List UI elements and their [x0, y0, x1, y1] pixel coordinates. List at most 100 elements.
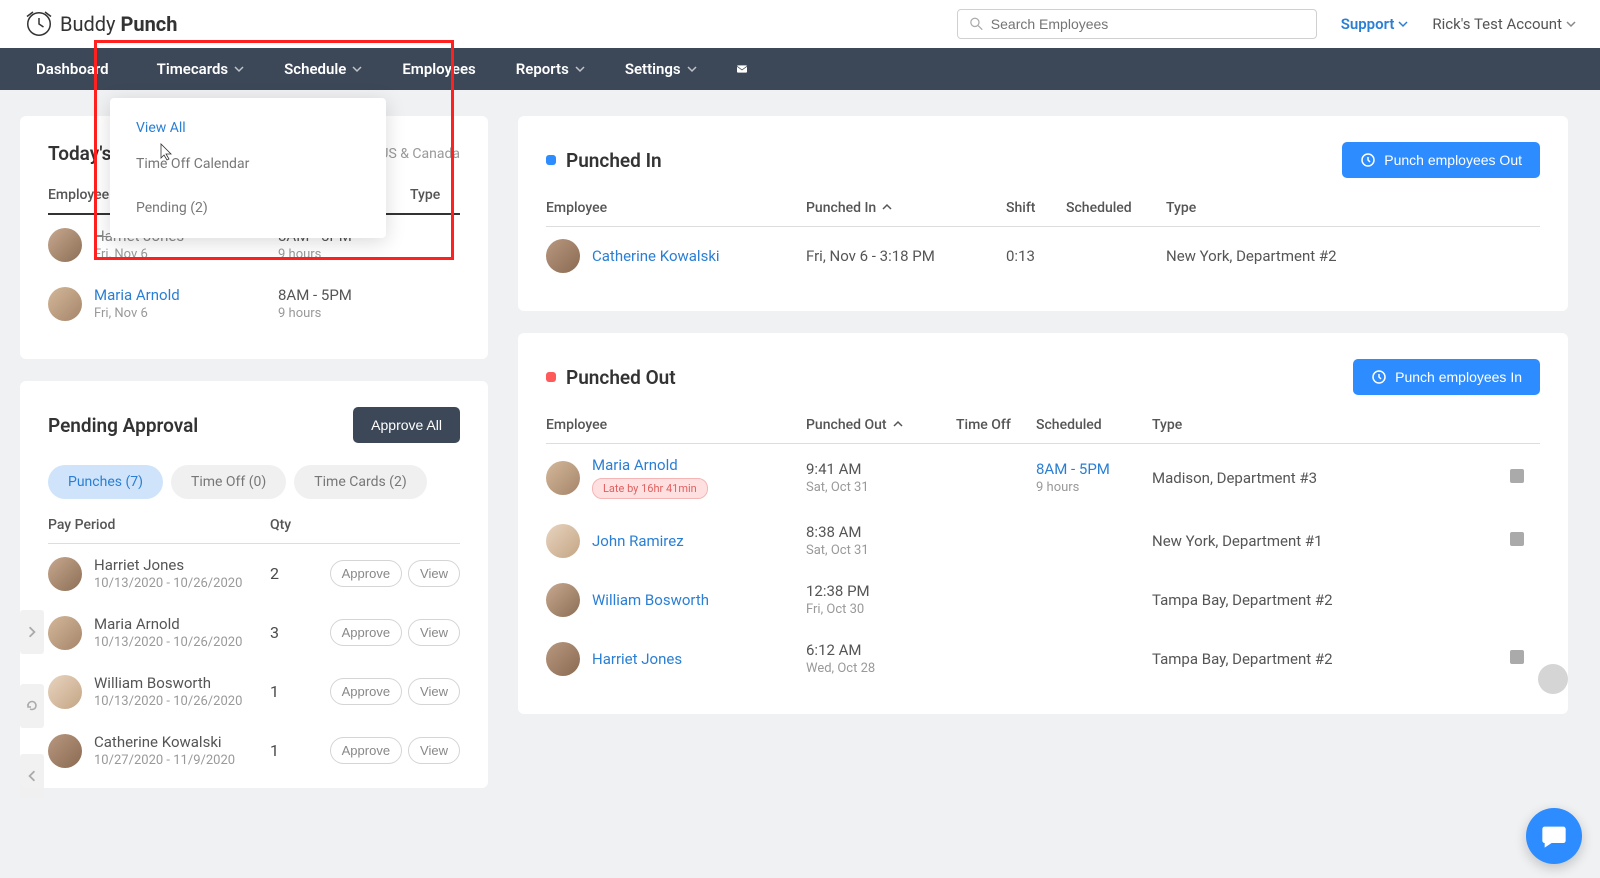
- employee-name-link[interactable]: Catherine Kowalski: [592, 247, 806, 265]
- view-button[interactable]: View: [408, 619, 460, 646]
- note-icon[interactable]: [1510, 650, 1524, 664]
- employee-name-link[interactable]: William Bosworth: [592, 591, 806, 609]
- pending-row: Maria Arnold 10/13/2020 - 10/26/2020 3 A…: [48, 603, 460, 662]
- note-icon[interactable]: [1510, 532, 1524, 546]
- scheduled-link[interactable]: 8AM - 5PM: [1036, 460, 1152, 478]
- cursor-icon: [158, 142, 174, 162]
- pending-row: Harriet Jones 10/13/2020 - 10/26/2020 2 …: [48, 544, 460, 603]
- employee-name: Harriet Jones: [94, 556, 270, 574]
- view-button[interactable]: View: [408, 737, 460, 764]
- mail-icon: [737, 64, 747, 74]
- approve-button[interactable]: Approve: [330, 619, 402, 646]
- chevron-down-icon: [352, 64, 362, 74]
- punched-out-card: Punched Out Punch employees In Employee …: [518, 333, 1568, 714]
- nav-employees[interactable]: Employees: [386, 50, 491, 88]
- approve-button[interactable]: Approve: [330, 737, 402, 764]
- col-type: Type: [410, 187, 460, 203]
- dropdown-pending[interactable]: Pending (2): [110, 190, 386, 226]
- type-value: Tampa Bay, Department #2: [1152, 650, 1510, 668]
- brand-name-1: Buddy: [60, 12, 116, 36]
- employee-date: Fri, Nov 6: [94, 306, 278, 321]
- employee-name-link[interactable]: Maria Arnold: [592, 456, 806, 474]
- avatar: [48, 675, 82, 709]
- chevron-down-icon: [575, 64, 585, 74]
- avatar: [48, 228, 82, 262]
- tab-time-cards[interactable]: Time Cards (2): [294, 465, 426, 499]
- pay-period-range: 10/13/2020 - 10/26/2020: [94, 576, 270, 591]
- pending-approval-card: Pending Approval Approve All Punches (7)…: [20, 381, 488, 788]
- punch-date: Fri, Oct 30: [806, 602, 956, 617]
- card-title: Punched In: [566, 149, 662, 172]
- status-dot-out: [546, 372, 556, 382]
- col-type: Type: [1152, 417, 1510, 433]
- view-button[interactable]: View: [408, 678, 460, 705]
- punch-time: 8:38 AM: [806, 523, 956, 541]
- schedule-row: Maria Arnold Fri, Nov 6 8AM - 5PM 9 hour…: [48, 274, 460, 333]
- nav-settings[interactable]: Settings: [609, 50, 713, 88]
- status-dot-in: [546, 155, 556, 165]
- support-link[interactable]: Support: [1341, 15, 1409, 33]
- approve-button[interactable]: Approve: [330, 560, 402, 587]
- punch-date: Wed, Oct 28: [806, 661, 956, 676]
- avatar: [48, 734, 82, 768]
- employee-date: Fri, Nov 6: [94, 247, 278, 262]
- avatar: [546, 461, 580, 495]
- type-value: New York, Department #2: [1166, 247, 1540, 265]
- pay-period-range: 10/13/2020 - 10/26/2020: [94, 635, 270, 650]
- timezone-label: US & Canada: [379, 146, 460, 162]
- approve-button[interactable]: Approve: [330, 678, 402, 705]
- employee-name-link[interactable]: John Ramirez: [592, 532, 806, 550]
- punch-date: Sat, Oct 31: [806, 543, 956, 558]
- tab-time-off[interactable]: Time Off (0): [171, 465, 286, 499]
- main-nav: Dashboard Timecards Schedule Employees R…: [0, 48, 1600, 90]
- punched-out-row: Harriet Jones 6:12 AM Wed, Oct 28 Tampa …: [546, 629, 1540, 688]
- punched-out-row: John Ramirez 8:38 AM Sat, Oct 31 New Yor…: [546, 511, 1540, 570]
- search-box[interactable]: [957, 9, 1317, 39]
- punch-in-button[interactable]: Punch employees In: [1353, 359, 1540, 395]
- account-menu[interactable]: Rick's Test Account: [1432, 15, 1576, 33]
- nav-schedule[interactable]: Schedule: [268, 50, 378, 88]
- note-icon[interactable]: [1510, 469, 1524, 483]
- col-time-off: Time Off: [956, 417, 1036, 433]
- qty-value: 1: [270, 741, 330, 760]
- col-punched-in[interactable]: Punched In: [806, 200, 1006, 216]
- avatar: [48, 287, 82, 321]
- chat-widget[interactable]: [1526, 808, 1582, 864]
- col-punched-out[interactable]: Punched Out: [806, 417, 956, 433]
- sort-asc-icon: [893, 419, 903, 429]
- chevron-down-icon: [1566, 19, 1576, 29]
- avatar: [546, 583, 580, 617]
- nav-timecards[interactable]: Timecards: [141, 50, 261, 88]
- type-value: New York, Department #1: [1152, 532, 1510, 550]
- nav-dashboard[interactable]: Dashboard: [20, 50, 125, 88]
- schedule-hours: 9 hours: [278, 247, 460, 262]
- avatar: [546, 642, 580, 676]
- employee-name-link[interactable]: Harriet Jones: [592, 650, 806, 668]
- col-scheduled: Scheduled: [1066, 200, 1166, 216]
- col-shift: Shift: [1006, 200, 1066, 216]
- nav-reports[interactable]: Reports: [500, 50, 601, 88]
- punch-out-button[interactable]: Punch employees Out: [1342, 142, 1540, 178]
- dropdown-view-all[interactable]: View All: [110, 110, 386, 146]
- timecards-dropdown: View All Time Off Calendar Pending (2): [110, 98, 386, 238]
- dropdown-time-off-calendar[interactable]: Time Off Calendar: [110, 146, 386, 182]
- punch-time: 12:38 PM: [806, 582, 956, 600]
- chat-icon: [1540, 822, 1568, 850]
- punch-time: 9:41 AM: [806, 460, 956, 478]
- nav-mail[interactable]: [721, 54, 763, 84]
- employee-name-link[interactable]: Maria Arnold: [94, 286, 278, 304]
- schedule-time: 8AM - 5PM: [278, 286, 460, 304]
- qty-value: 1: [270, 682, 330, 701]
- approve-all-button[interactable]: Approve All: [353, 407, 460, 443]
- rail-next[interactable]: [20, 610, 44, 654]
- rail-prev[interactable]: [20, 754, 44, 798]
- search-input[interactable]: [991, 16, 1304, 32]
- view-button[interactable]: View: [408, 560, 460, 587]
- pending-row: William Bosworth 10/13/2020 - 10/26/2020…: [48, 662, 460, 721]
- type-value: Tampa Bay, Department #2: [1152, 591, 1510, 609]
- logo[interactable]: Buddy Punch: [24, 9, 177, 39]
- tab-punches[interactable]: Punches (7): [48, 465, 163, 499]
- scheduled-hours: 9 hours: [1036, 480, 1152, 495]
- punch-time: Fri, Nov 6 - 3:18 PM: [806, 247, 1006, 265]
- rail-refresh[interactable]: [20, 684, 44, 728]
